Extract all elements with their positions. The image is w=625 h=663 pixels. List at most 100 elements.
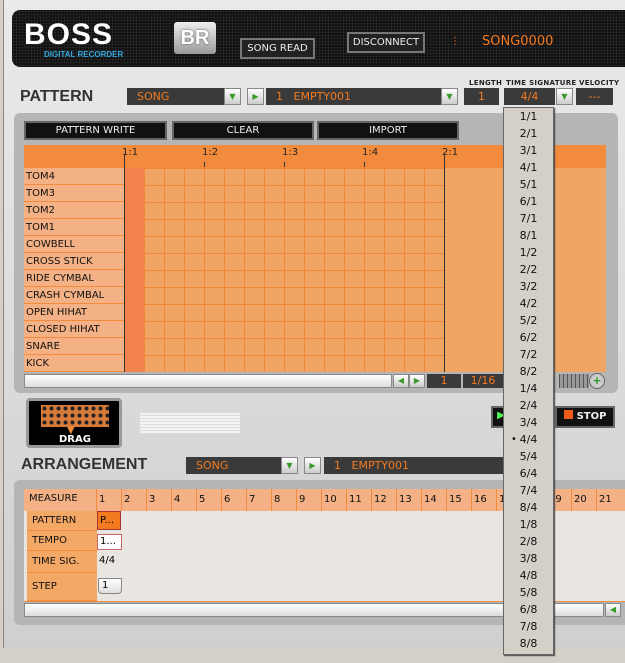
disconnect-button[interactable]: DISCONNECT [347,32,425,53]
chevron-down-icon[interactable]: ▼ [556,88,573,105]
instrument-row[interactable]: TOM4 [24,168,124,185]
instrument-row[interactable]: OPEN HIHAT [24,304,124,321]
menu-option[interactable]: 7/4 [504,482,553,499]
measure-number[interactable]: 11 [346,489,371,511]
chevron-down-icon[interactable]: ▼ [224,88,241,105]
measure-number[interactable]: 8 [271,489,296,511]
measure-number[interactable]: 6 [221,489,246,511]
measure-number[interactable]: 1 [96,489,121,511]
instrument-row[interactable]: COWBELL [24,236,124,253]
zoom-in-icon[interactable]: + [589,373,605,389]
step-grid[interactable] [144,168,444,372]
menu-option[interactable]: 1/2 [504,244,553,261]
scroll-right-icon[interactable]: ▶ [409,374,425,388]
instrument-row[interactable]: TOM3 [24,185,124,202]
measure-number[interactable]: 13 [396,489,421,511]
chevron-down-icon[interactable]: ▼ [281,457,298,474]
menu-option[interactable]: 6/2 [504,329,553,346]
pattern-name-select[interactable]: 1 EMPTY001 [266,88,441,105]
menu-option[interactable]: 7/8 [504,618,553,635]
menu-option[interactable]: 2/8 [504,533,553,550]
menu-option[interactable]: 8/1 [504,227,553,244]
stop-icon [563,410,573,419]
menu-option[interactable]: 2/4 [504,397,553,414]
measure-number[interactable]: 10 [321,489,346,511]
menu-option[interactable]: • 4/4 [504,431,553,448]
play-arrow-icon[interactable]: ▶ [304,457,321,474]
instrument-row[interactable]: CROSS STICK [24,253,124,270]
instrument-row[interactable]: KICK [24,355,124,372]
song-read-button[interactable]: SONG READ [240,38,315,59]
menu-option[interactable]: 6/4 [504,465,553,482]
measure-number[interactable]: 9 [296,489,321,511]
menu-option[interactable]: 2/1 [504,125,553,142]
measure-number[interactable]: 5 [196,489,221,511]
instrument-row[interactable]: CLOSED HIHAT [24,321,124,338]
tempo-cell[interactable]: 1... [97,534,122,550]
menu-option[interactable]: 5/1 [504,176,553,193]
menu-option[interactable]: 6/8 [504,601,553,618]
clear-button[interactable]: CLEAR [172,121,314,140]
measure-number[interactable]: 12 [371,489,396,511]
pattern-write-button[interactable]: PATTERN WRITE [24,121,167,140]
selected-bullet-icon: • [511,434,517,445]
instrument-row[interactable]: TOM1 [24,219,124,236]
menu-option[interactable]: 4/2 [504,295,553,312]
step-cell[interactable]: 1 [98,578,122,594]
arrangement-pattern-select[interactable]: 1 EMPTY001 [324,457,504,474]
length-field[interactable]: 1 [464,88,499,105]
chevron-down-icon[interactable]: ▼ [441,88,458,105]
time-signature-select[interactable]: 4/4 [504,88,555,105]
play-arrow-icon[interactable]: ▶ [247,88,264,105]
menu-option[interactable]: 3/1 [504,142,553,159]
instrument-row[interactable]: TOM2 [24,202,124,219]
measure-number[interactable]: 21 [596,489,621,511]
menu-option[interactable]: 1/1 [504,108,553,125]
measure-number[interactable]: 4 [171,489,196,511]
measure-number[interactable]: 16 [471,489,496,511]
menu-option[interactable]: 8/8 [504,635,553,652]
measure-number[interactable]: 2 [121,489,146,511]
zoom-slider[interactable] [559,374,589,388]
drag-handle[interactable]: ▼ DRAG [26,398,122,448]
pattern-source-select[interactable]: SONG [127,88,224,105]
menu-option[interactable]: 3/2 [504,278,553,295]
measure-number[interactable]: 14 [421,489,446,511]
measure-number[interactable]: 3 [146,489,171,511]
velocity-field[interactable]: --- [576,88,613,105]
menu-option[interactable]: 5/2 [504,312,553,329]
measure-number[interactable]: 7 [246,489,271,511]
menu-option[interactable]: 4/8 [504,567,553,584]
menu-option[interactable]: 7/1 [504,210,553,227]
instrument-row[interactable]: RIDE CYMBAL [24,270,124,287]
quantize-field[interactable]: 1/16 [463,374,503,388]
menu-option[interactable]: 7/2 [504,346,553,363]
menu-option[interactable]: 5/8 [504,584,553,601]
menu-option[interactable]: 4/1 [504,159,553,176]
menu-option[interactable]: 2/2 [504,261,553,278]
instrument-row[interactable]: CRASH CYMBAL [24,287,124,304]
position-field[interactable]: 1 [427,374,461,388]
stop-button[interactable]: STOP [555,406,615,428]
pattern-scrollbar[interactable] [24,374,392,388]
measure-number[interactable]: 15 [446,489,471,511]
menu-option[interactable]: 1/4 [504,380,553,397]
menu-option[interactable]: 5/4 [504,448,553,465]
menu-option[interactable]: 8/2 [504,363,553,380]
menu-option[interactable]: 1/8 [504,516,553,533]
scroll-left-icon[interactable]: ◀ [605,603,621,617]
menu-option[interactable]: 3/4 [504,414,553,431]
current-step-column[interactable] [124,168,144,372]
menu-option-label: 6/2 [519,331,538,344]
import-button[interactable]: IMPORT [317,121,459,140]
measure-number[interactable]: 20 [571,489,596,511]
timesig-cell[interactable]: 4/4 [99,555,115,566]
menu-option[interactable]: 3/8 [504,550,553,567]
arrangement-source-select[interactable]: SONG [186,457,281,474]
menu-option[interactable]: 8/4 [504,499,553,516]
scroll-left-icon[interactable]: ◀ [393,374,409,388]
menu-option[interactable]: 6/1 [504,193,553,210]
instrument-row[interactable]: SNARE [24,338,124,355]
pattern-cell[interactable]: P... [97,511,121,530]
menu-option-label: 3/1 [519,144,538,157]
